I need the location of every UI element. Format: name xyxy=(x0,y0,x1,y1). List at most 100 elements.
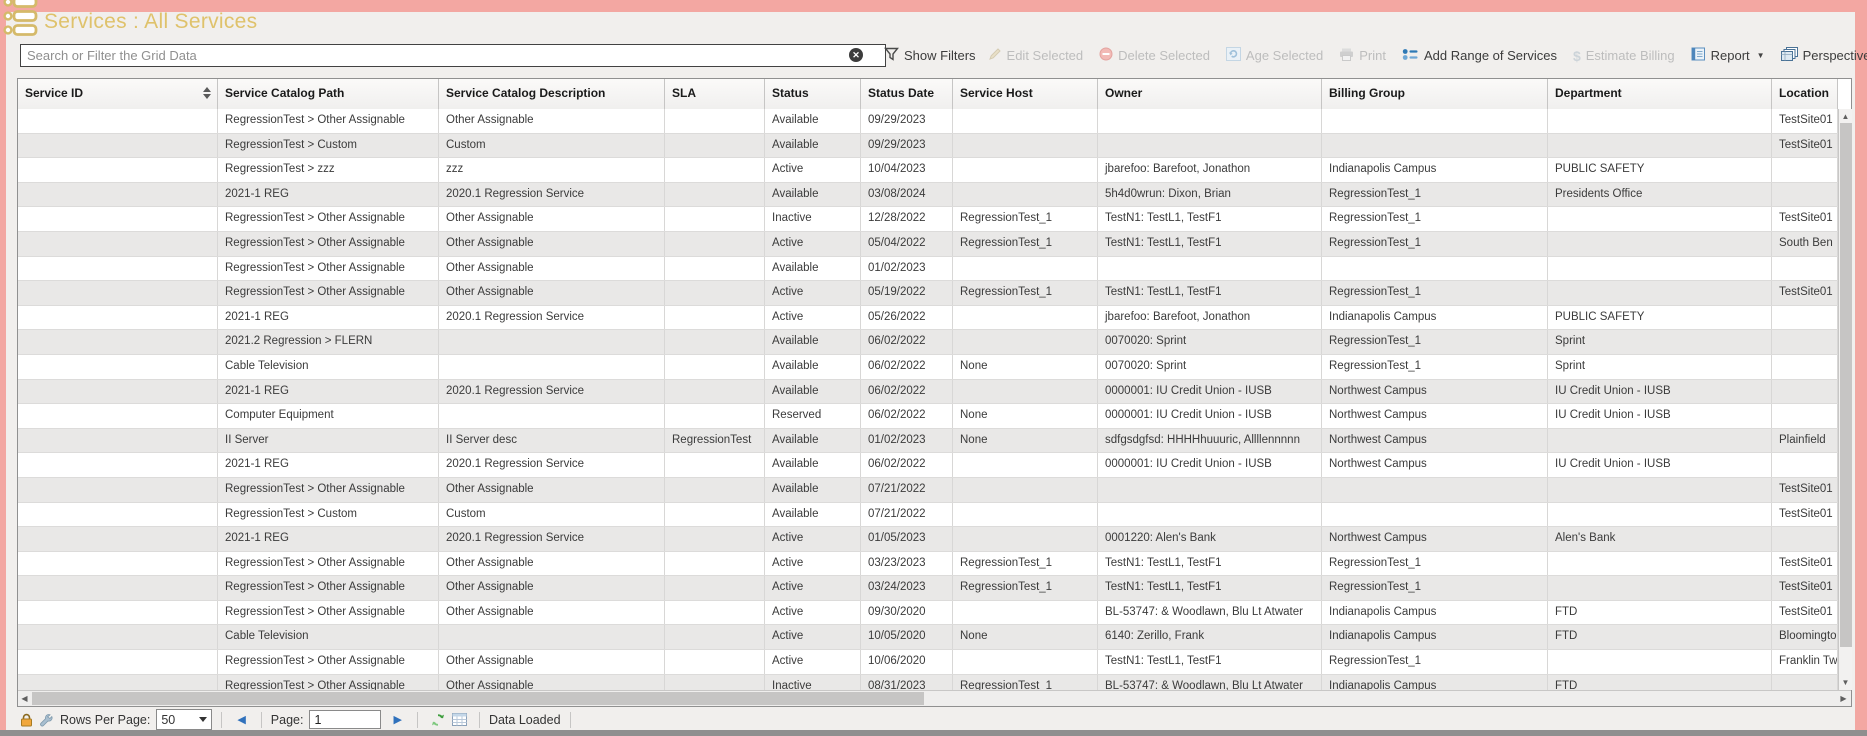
table-cell xyxy=(18,158,218,182)
table-row[interactable]: 2021.2 Regression > FLERNAvailable06/02/… xyxy=(18,330,1838,355)
table-cell: Other Assignable xyxy=(439,478,665,502)
column-header-service-catalog-description[interactable]: Service Catalog Description xyxy=(439,79,665,109)
statusbar-separator xyxy=(417,712,418,728)
table-cell: 01/02/2023 xyxy=(861,429,953,453)
edit-selected-button[interactable]: Edit Selected xyxy=(982,47,1090,64)
scroll-left-icon[interactable]: ◀ xyxy=(18,692,31,705)
search-input[interactable] xyxy=(20,44,886,67)
table-cell: 0000001: IU Credit Union - IUSB xyxy=(1098,453,1322,477)
report-button[interactable]: Report ▼ xyxy=(1685,47,1771,64)
table-cell xyxy=(18,503,218,527)
table-row[interactable]: RegressionTest > CustomCustomAvailable07… xyxy=(18,503,1838,528)
table-cell: PUBLIC SAFETY xyxy=(1548,158,1772,182)
table-cell xyxy=(18,675,218,690)
column-header-department[interactable]: Department xyxy=(1548,79,1772,109)
sort-icon[interactable] xyxy=(203,87,211,99)
table-cell: Active xyxy=(765,552,861,576)
table-row[interactable]: RegressionTest > Other AssignableOther A… xyxy=(18,281,1838,306)
table-cell: 06/02/2022 xyxy=(861,355,953,379)
table-cell: Sprint xyxy=(1548,355,1772,379)
table-row[interactable]: 2021-1 REG2020.1 Regression ServiceAvail… xyxy=(18,380,1838,405)
column-header-service-host[interactable]: Service Host xyxy=(953,79,1098,109)
table-cell xyxy=(1772,257,1838,281)
table-row[interactable]: RegressionTest > Other AssignableOther A… xyxy=(18,650,1838,675)
status-text: Data Loaded xyxy=(489,713,561,727)
column-header-billing-group[interactable]: Billing Group xyxy=(1322,79,1548,109)
table-cell: Northwest Campus xyxy=(1322,527,1548,551)
scroll-up-icon[interactable]: ▲ xyxy=(1839,112,1852,121)
column-header-sla[interactable]: SLA xyxy=(665,79,765,109)
table-row[interactable]: RegressionTest > Other AssignableOther A… xyxy=(18,478,1838,503)
table-row[interactable]: RegressionTest > CustomCustomAvailable09… xyxy=(18,134,1838,159)
table-row[interactable]: RegressionTest > Other AssignableOther A… xyxy=(18,552,1838,577)
table-row[interactable]: 2021-1 REG2020.1 Regression ServiceActiv… xyxy=(18,527,1838,552)
table-row[interactable]: Cable TelevisionAvailable06/02/2022None0… xyxy=(18,355,1838,380)
refresh-icon[interactable] xyxy=(430,713,446,727)
table-cell: Northwest Campus xyxy=(1322,453,1548,477)
delete-selected-button[interactable]: Delete Selected xyxy=(1093,47,1216,64)
rows-per-page-select[interactable]: 50 xyxy=(156,709,212,730)
page-title: Services : All Services xyxy=(44,10,257,34)
table-cell: RegressionTest > Other Assignable xyxy=(218,675,439,690)
age-refresh-icon xyxy=(1226,47,1241,64)
table-cell: Custom xyxy=(439,134,665,158)
statusbar-separator xyxy=(261,712,262,728)
vertical-scrollbar-thumb[interactable] xyxy=(1840,123,1852,647)
scroll-right-icon[interactable]: ▶ xyxy=(1837,692,1850,705)
next-page-button[interactable]: ▶ xyxy=(393,713,401,726)
column-header-status-date[interactable]: Status Date xyxy=(861,79,953,109)
add-range-of-services-button[interactable]: Add Range of Services xyxy=(1396,48,1563,64)
table-row[interactable]: 2021-1 REG2020.1 Regression ServiceActiv… xyxy=(18,306,1838,331)
table-row[interactable]: RegressionTest > Other AssignableOther A… xyxy=(18,232,1838,257)
table-cell: TestSite01 xyxy=(1772,281,1838,305)
table-cell xyxy=(439,625,665,649)
column-header-service-catalog-path[interactable]: Service Catalog Path xyxy=(218,79,439,109)
search-clear-icon[interactable]: ✕ xyxy=(849,48,863,62)
table-cell xyxy=(18,134,218,158)
column-header-status[interactable]: Status xyxy=(765,79,861,109)
table-cell xyxy=(953,109,1098,133)
perspectives-button[interactable]: Perspectives ▼ xyxy=(1775,47,1867,65)
table-row[interactable]: RegressionTest > Other AssignableOther A… xyxy=(18,601,1838,626)
column-header-owner[interactable]: Owner xyxy=(1098,79,1322,109)
estimate-billing-button[interactable]: $ Estimate Billing xyxy=(1567,48,1681,64)
table-row[interactable]: 2021-1 REG2020.1 Regression ServiceAvail… xyxy=(18,183,1838,208)
table-cell xyxy=(1772,675,1838,690)
report-notebook-icon xyxy=(1691,47,1706,64)
show-filters-button[interactable]: Show Filters xyxy=(878,47,982,64)
table-row[interactable]: RegressionTest > Other AssignableOther A… xyxy=(18,675,1838,690)
table-row[interactable]: RegressionTest > zzzzzzActive10/04/2023j… xyxy=(18,158,1838,183)
page-number-input[interactable] xyxy=(309,710,381,729)
export-spreadsheet-icon[interactable] xyxy=(452,713,467,726)
perspectives-layers-icon xyxy=(1781,47,1798,65)
horizontal-scrollbar-thumb[interactable] xyxy=(32,692,924,705)
lock-icon[interactable] xyxy=(20,713,33,727)
table-cell xyxy=(665,207,765,231)
column-header-service-id[interactable]: Service ID xyxy=(18,79,218,109)
table-row[interactable]: Cable TelevisionActive10/05/2020None6140… xyxy=(18,625,1838,650)
table-cell: RegressionTest_1 xyxy=(1322,207,1548,231)
wrench-icon[interactable] xyxy=(39,713,53,727)
scroll-down-icon[interactable]: ▼ xyxy=(1839,678,1852,687)
vertical-scrollbar[interactable]: ▲ ▼ xyxy=(1838,109,1852,690)
table-row[interactable]: II ServerII Server descRegressionTestAva… xyxy=(18,429,1838,454)
table-cell: 05/04/2022 xyxy=(861,232,953,256)
table-cell xyxy=(1772,306,1838,330)
age-selected-button[interactable]: Age Selected xyxy=(1220,47,1329,64)
previous-page-button[interactable]: ◀ xyxy=(237,713,245,726)
table-row[interactable]: RegressionTest > Other AssignableOther A… xyxy=(18,257,1838,282)
table-cell: RegressionTest_1 xyxy=(1322,330,1548,354)
table-cell: RegressionTest_1 xyxy=(953,281,1098,305)
table-row[interactable]: 2021-1 REG2020.1 Regression ServiceAvail… xyxy=(18,453,1838,478)
status-bar: Rows Per Page: 50 ◀ Page: ▶ Data Loaded xyxy=(17,709,1852,730)
print-button[interactable]: Print xyxy=(1333,48,1392,64)
toolbar: Show Filters Edit Selected Delete Select… xyxy=(874,43,1852,68)
table-row[interactable]: RegressionTest > Other AssignableOther A… xyxy=(18,109,1838,134)
table-row[interactable]: Computer EquipmentReserved06/02/2022None… xyxy=(18,404,1838,429)
table-row[interactable]: RegressionTest > Other AssignableOther A… xyxy=(18,576,1838,601)
column-header-location[interactable]: Location xyxy=(1772,79,1838,109)
table-cell: TestSite01 xyxy=(1772,552,1838,576)
horizontal-scrollbar[interactable]: ◀ ▶ xyxy=(18,690,1851,706)
table-row[interactable]: RegressionTest > Other AssignableOther A… xyxy=(18,207,1838,232)
printer-icon xyxy=(1339,48,1354,64)
